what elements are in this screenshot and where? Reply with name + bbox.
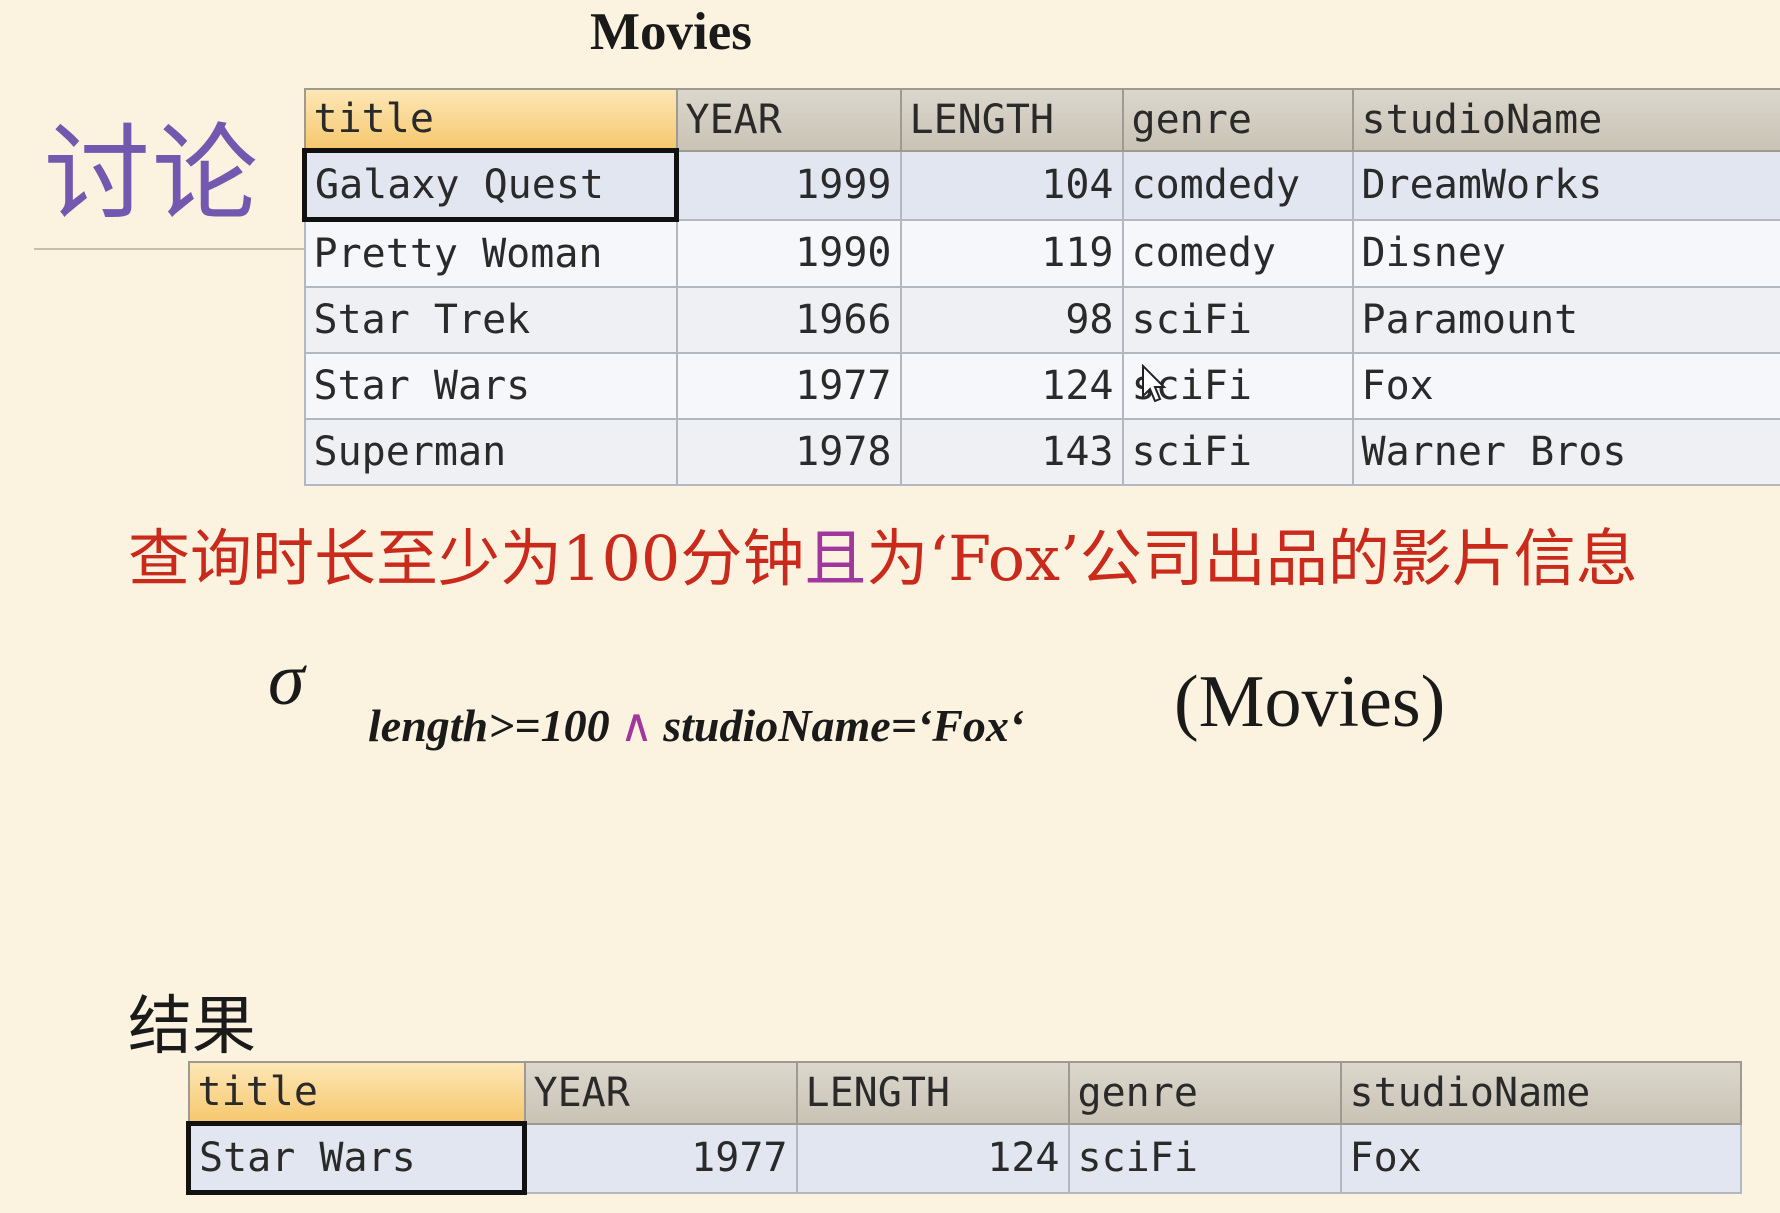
cell-year[interactable]: 1966 <box>675 286 902 354</box>
selection-condition: length>=100 ∧ studioName=‘Fox‘ <box>368 698 1024 752</box>
cell-year[interactable]: 1999 <box>675 149 902 221</box>
table-row[interactable]: Galaxy Quest 1999 104 comdedy DreamWorks <box>302 148 1780 222</box>
cell-year[interactable]: 1990 <box>675 218 902 288</box>
mouse-pointer-icon <box>1141 363 1167 408</box>
table-row[interactable]: Superman 1978 143 sciFi Warner Bros <box>303 418 1780 486</box>
cell-studioname[interactable]: Fox <box>1339 1122 1742 1194</box>
relation-argument: (Movies) <box>1174 661 1446 743</box>
logical-and-symbol: ∧ <box>619 700 654 751</box>
heading-divider <box>34 248 306 250</box>
table-row[interactable]: Star Trek 1966 98 sciFi Paramount <box>303 286 1780 354</box>
column-header-studioname[interactable]: studioName <box>1339 1061 1742 1125</box>
cell-title[interactable]: Star Wars <box>186 1121 527 1195</box>
movies-table-caption: Movies <box>590 3 752 61</box>
slide: Movies 讨论 title YEAR LENGTH genre studio… <box>0 0 1780 1213</box>
cell-title[interactable]: Superman <box>303 418 678 486</box>
movies-table: title YEAR LENGTH genre studioName Galax… <box>302 88 1780 486</box>
cell-studioname[interactable]: Disney <box>1351 218 1780 288</box>
column-header-genre[interactable]: genre <box>1121 88 1354 152</box>
cell-genre[interactable]: comedy <box>1121 218 1354 288</box>
column-header-studioname[interactable]: studioName <box>1351 88 1780 152</box>
cell-year[interactable]: 1978 <box>675 418 902 486</box>
cell-year[interactable]: 1977 <box>523 1122 798 1194</box>
cell-studioname[interactable]: Paramount <box>1351 286 1780 354</box>
cell-genre[interactable]: sciFi <box>1121 418 1354 486</box>
column-header-year[interactable]: YEAR <box>675 88 902 152</box>
result-table: title YEAR LENGTH genre studioName Star … <box>186 1061 1742 1195</box>
cell-length[interactable]: 143 <box>899 418 1124 486</box>
table-row[interactable]: Pretty Woman 1990 119 comedy Disney <box>303 218 1780 288</box>
cell-year[interactable]: 1977 <box>675 352 902 420</box>
cell-genre[interactable]: comdedy <box>1121 149 1354 221</box>
query-question: 查询时长至少为100分钟且为‘Fox’公司出品的影片信息 <box>128 508 1638 598</box>
column-header-length[interactable]: LENGTH <box>899 88 1124 152</box>
result-label: 结果 <box>128 990 256 1064</box>
sigma-symbol: σ <box>268 639 305 721</box>
table-row[interactable]: Star Wars 1977 124 sciFi Fox <box>303 352 1780 420</box>
cell-title[interactable]: Galaxy Quest <box>302 148 679 222</box>
cell-studioname[interactable]: Fox <box>1351 352 1780 420</box>
question-part-2: 为‘Fox’公司出品的影片信息 <box>866 522 1638 595</box>
column-header-length[interactable]: LENGTH <box>795 1061 1070 1125</box>
condition-studio: studioName=‘Fox‘ <box>663 700 1025 751</box>
column-header-genre[interactable]: genre <box>1067 1061 1342 1125</box>
slide-heading: 讨论 <box>44 113 260 236</box>
cell-genre[interactable]: sciFi <box>1067 1122 1342 1194</box>
cell-title[interactable]: Star Trek <box>303 286 678 354</box>
cell-length[interactable]: 124 <box>795 1122 1070 1194</box>
cell-length[interactable]: 124 <box>899 352 1124 420</box>
cell-title[interactable]: Star Wars <box>303 352 678 420</box>
cell-length[interactable]: 98 <box>899 286 1124 354</box>
column-header-year[interactable]: YEAR <box>523 1061 798 1125</box>
cell-studioname[interactable]: Warner Bros <box>1351 418 1780 486</box>
cell-title[interactable]: Pretty Woman <box>303 218 678 288</box>
cell-length[interactable]: 104 <box>899 149 1124 221</box>
cell-studioname[interactable]: DreamWorks <box>1351 149 1780 221</box>
cell-genre[interactable]: sciFi <box>1121 286 1354 354</box>
column-header-title[interactable]: title <box>303 88 678 152</box>
cell-length[interactable]: 119 <box>899 218 1124 288</box>
table-header-row: title YEAR LENGTH genre studioName <box>187 1061 1742 1125</box>
question-and-word: 且 <box>804 522 867 595</box>
question-part-1: 查询时长至少为100分钟 <box>128 522 805 595</box>
table-header-row: title YEAR LENGTH genre studioName <box>303 88 1780 152</box>
table-row[interactable]: Star Wars 1977 124 sciFi Fox <box>186 1121 1742 1195</box>
column-header-title[interactable]: title <box>187 1061 526 1125</box>
condition-length: length>=100 <box>368 700 610 751</box>
